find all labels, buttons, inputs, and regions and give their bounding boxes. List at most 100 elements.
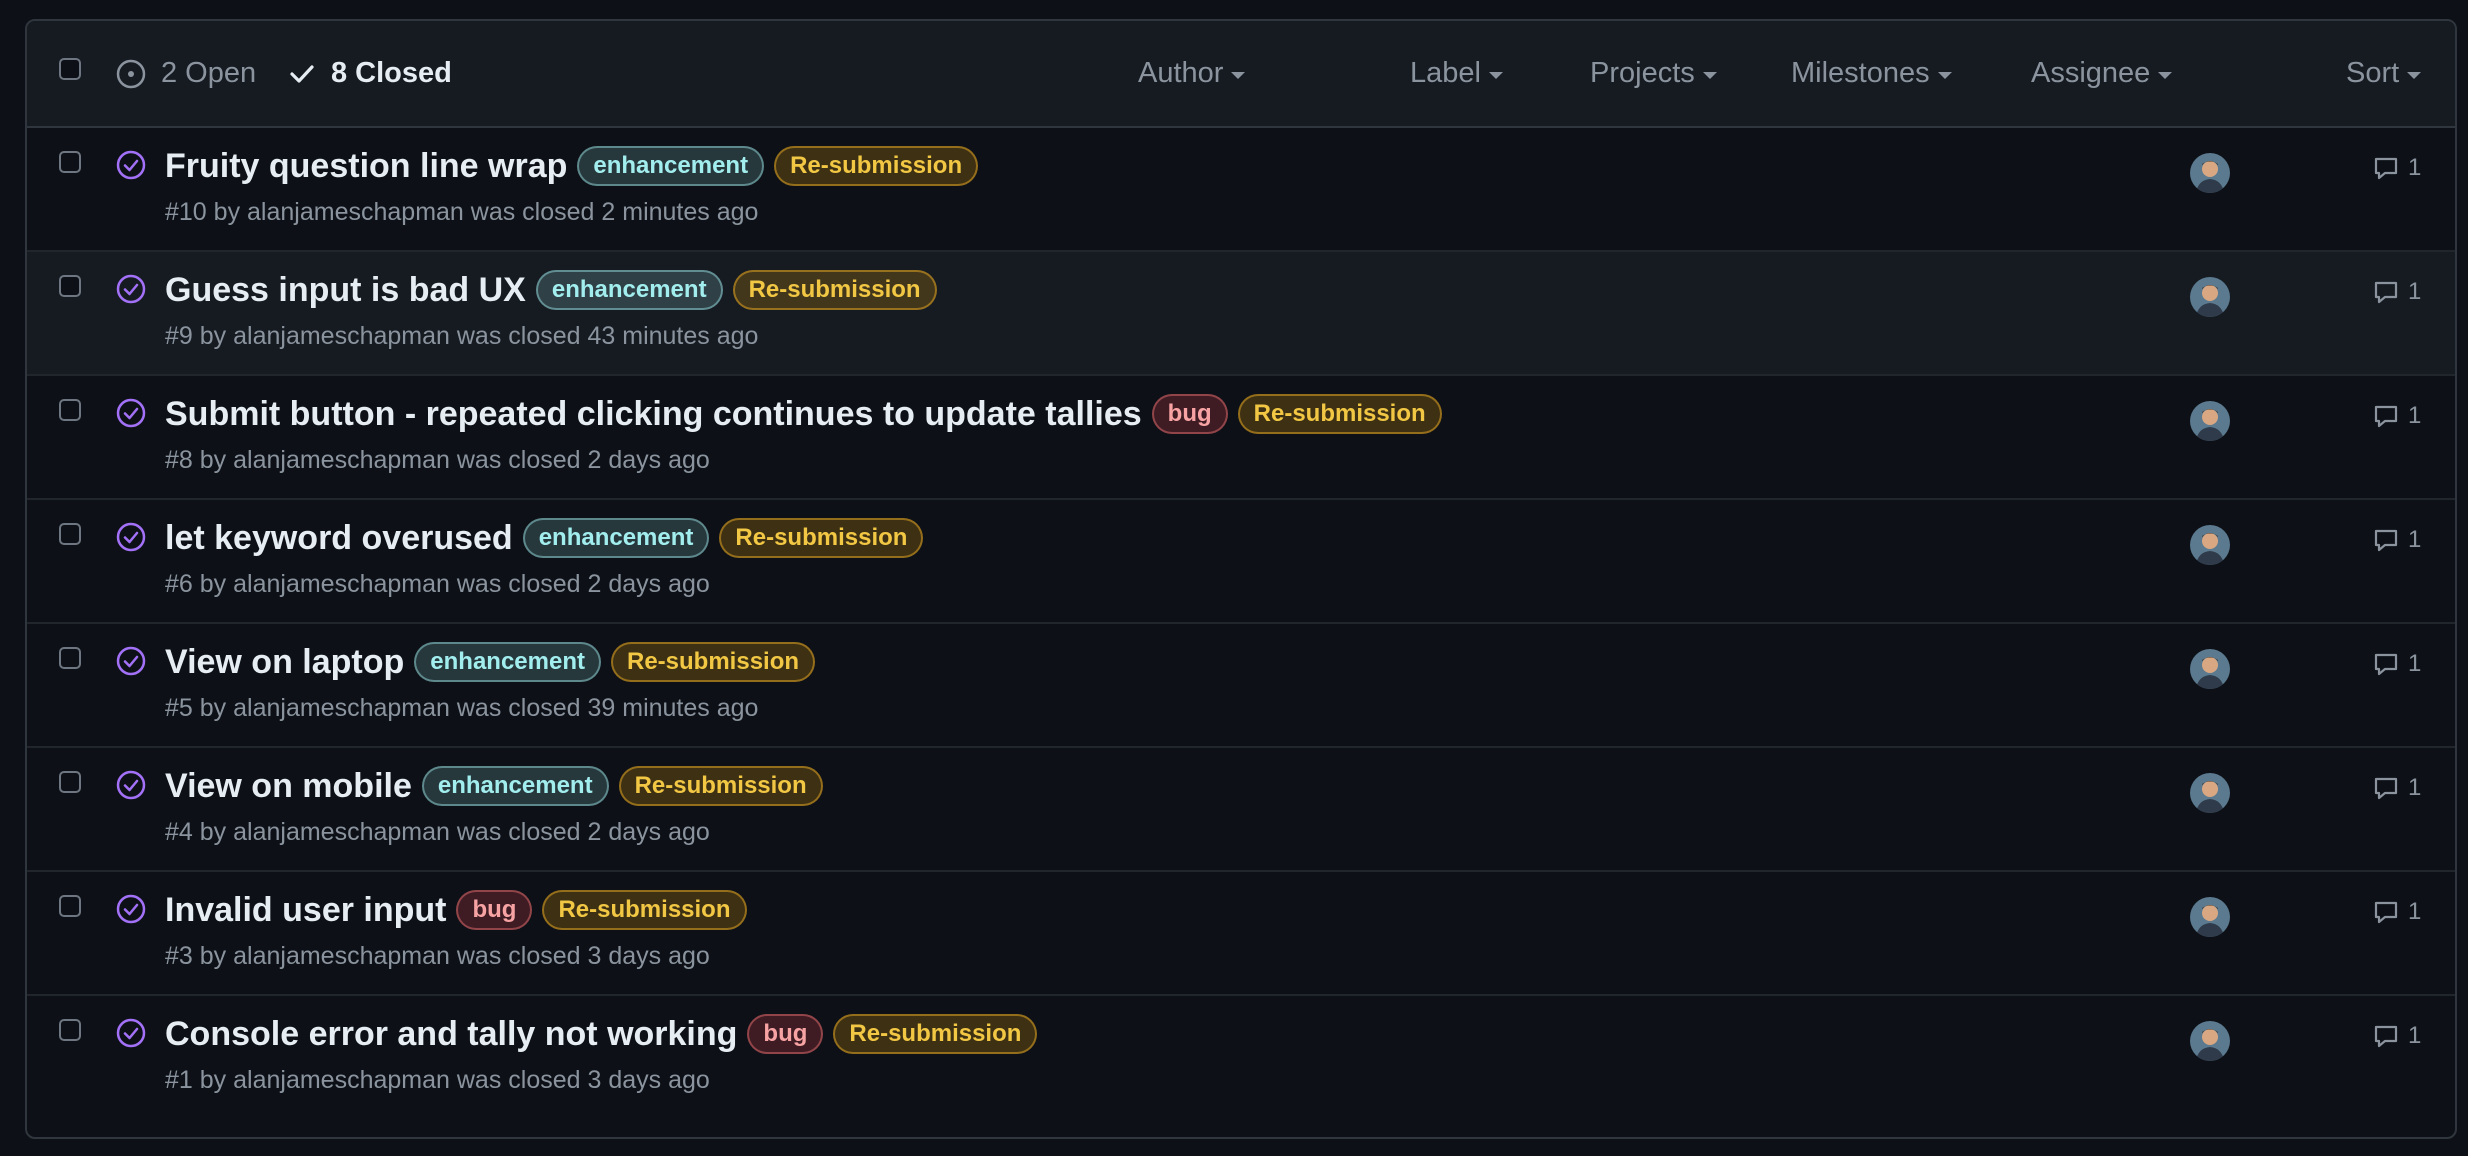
sort-filter-label: Sort bbox=[2346, 57, 2400, 89]
avatar-image bbox=[2190, 649, 2230, 689]
issue-row[interactable]: Submit button - repeated clicking contin… bbox=[27, 376, 2455, 500]
label-re-submission[interactable]: Re-submission bbox=[833, 1014, 1038, 1054]
issue-author-link[interactable]: alanjameschapman bbox=[233, 446, 450, 474]
label-re-submission[interactable]: Re-submission bbox=[1237, 394, 1442, 434]
issue-row[interactable]: View on mobile enhancement Re-submission… bbox=[27, 748, 2455, 872]
label-re-submission[interactable]: Re-submission bbox=[618, 766, 823, 806]
issue-meta: #6 by alanjameschapman was closed 2 days… bbox=[165, 570, 710, 599]
issue-title[interactable]: Submit button - repeated clicking contin… bbox=[165, 395, 1142, 434]
avatar-image bbox=[2190, 773, 2230, 813]
label-enhancement[interactable]: enhancement bbox=[522, 518, 710, 558]
select-all-checkbox[interactable] bbox=[59, 58, 81, 80]
avatar-image bbox=[2190, 897, 2230, 937]
issue-author-link[interactable]: alanjameschapman bbox=[233, 570, 450, 598]
issue-checkbox[interactable] bbox=[59, 771, 81, 793]
issue-row[interactable]: Invalid user input bug Re-submission #3 … bbox=[27, 872, 2455, 996]
issue-title[interactable]: Invalid user input bbox=[165, 891, 446, 930]
issue-row[interactable]: let keyword overused enhancement Re-subm… bbox=[27, 500, 2455, 624]
assignee-avatar[interactable] bbox=[2190, 773, 2230, 813]
issue-author-link[interactable]: alanjameschapman bbox=[233, 942, 450, 970]
assignee-avatar[interactable] bbox=[2190, 1021, 2230, 1061]
issue-title[interactable]: let keyword overused bbox=[165, 519, 513, 558]
issue-checkbox[interactable] bbox=[59, 895, 81, 917]
issue-title[interactable]: Fruity question line wrap bbox=[165, 147, 567, 186]
sort-filter[interactable]: Sort bbox=[2346, 21, 2422, 126]
issue-closed-icon bbox=[116, 398, 146, 428]
author-filter[interactable]: Author bbox=[1138, 21, 1246, 126]
issue-title[interactable]: Console error and tally not working bbox=[165, 1015, 737, 1054]
label-re-submission[interactable]: Re-submission bbox=[774, 146, 979, 186]
projects-filter-label: Projects bbox=[1590, 57, 1695, 89]
issue-title[interactable]: Guess input is bad UX bbox=[165, 271, 526, 310]
issue-row[interactable]: Console error and tally not working bug … bbox=[27, 996, 2455, 1120]
assignee-avatar[interactable] bbox=[2190, 153, 2230, 193]
tab-closed-issues[interactable]: 8 Closed bbox=[287, 21, 452, 126]
avatar-image bbox=[2190, 1021, 2230, 1061]
label-enhancement[interactable]: enhancement bbox=[577, 146, 765, 186]
issue-author-link[interactable]: alanjameschapman bbox=[233, 1066, 450, 1094]
label-enhancement[interactable]: enhancement bbox=[421, 766, 609, 806]
label-bug[interactable]: bug bbox=[456, 890, 533, 930]
label-enhancement[interactable]: enhancement bbox=[414, 642, 601, 682]
assignee-avatar[interactable] bbox=[2190, 401, 2230, 441]
tab-open-issues[interactable]: 2 Open bbox=[115, 21, 256, 126]
comment-count: 1 bbox=[2408, 526, 2422, 553]
label-re-submission[interactable]: Re-submission bbox=[719, 518, 924, 558]
issue-closed-time: was closed 3 days ago bbox=[456, 942, 710, 970]
issue-row[interactable]: Guess input is bad UX enhancement Re-sub… bbox=[27, 252, 2455, 376]
issue-by: by bbox=[199, 818, 227, 846]
comment-icon bbox=[2374, 901, 2398, 924]
issue-checkbox[interactable] bbox=[59, 275, 81, 297]
comments-link[interactable]: 1 bbox=[2372, 154, 2421, 182]
issue-checkbox[interactable] bbox=[59, 523, 81, 545]
comment-icon bbox=[2374, 653, 2398, 676]
issue-row[interactable]: View on laptop enhancement Re-submission… bbox=[27, 624, 2455, 748]
issue-author-link[interactable]: alanjameschapman bbox=[233, 322, 450, 350]
issue-checkbox[interactable] bbox=[59, 647, 81, 669]
assignee-avatar[interactable] bbox=[2190, 897, 2230, 937]
label-re-submission[interactable]: Re-submission bbox=[611, 642, 816, 682]
comments-link[interactable]: 1 bbox=[2372, 898, 2421, 926]
label-re-submission[interactable]: Re-submission bbox=[732, 270, 937, 310]
issue-checkbox[interactable] bbox=[59, 399, 81, 421]
issue-meta: #4 by alanjameschapman was closed 2 days… bbox=[165, 818, 710, 847]
issue-number: #9 bbox=[165, 322, 193, 350]
label-filter[interactable]: Label bbox=[1410, 21, 1503, 126]
issue-by: by bbox=[199, 1066, 227, 1094]
comments-link[interactable]: 1 bbox=[2372, 526, 2421, 554]
chevron-down-icon bbox=[1231, 72, 1246, 79]
issue-closed-icon bbox=[116, 770, 146, 800]
comments-link[interactable]: 1 bbox=[2372, 402, 2421, 430]
issue-by: by bbox=[199, 322, 227, 350]
comment-count: 1 bbox=[2408, 154, 2422, 181]
label-enhancement[interactable]: enhancement bbox=[535, 270, 723, 310]
issue-author-link[interactable]: alanjameschapman bbox=[233, 818, 450, 846]
issue-by: by bbox=[213, 198, 241, 226]
issue-closed-icon bbox=[116, 646, 146, 676]
milestones-filter[interactable]: Milestones bbox=[1791, 21, 1952, 126]
comments-link[interactable]: 1 bbox=[2372, 278, 2421, 306]
assignee-filter[interactable]: Assignee bbox=[2031, 21, 2173, 126]
avatar-image bbox=[2190, 401, 2230, 441]
comments-link[interactable]: 1 bbox=[2372, 1022, 2421, 1050]
issue-row[interactable]: Fruity question line wrap enhancement Re… bbox=[27, 128, 2455, 252]
issue-author-link[interactable]: alanjameschapman bbox=[247, 198, 464, 226]
assignee-avatar[interactable] bbox=[2190, 277, 2230, 317]
assignee-avatar[interactable] bbox=[2190, 649, 2230, 689]
avatar-image bbox=[2190, 277, 2230, 317]
issue-title[interactable]: View on mobile bbox=[165, 767, 412, 806]
comments-link[interactable]: 1 bbox=[2372, 774, 2421, 802]
issue-checkbox[interactable] bbox=[59, 151, 81, 173]
projects-filter[interactable]: Projects bbox=[1590, 21, 1717, 126]
issue-checkbox[interactable] bbox=[59, 1019, 81, 1041]
comment-count: 1 bbox=[2408, 774, 2422, 801]
assignee-avatar[interactable] bbox=[2190, 525, 2230, 565]
issue-closed-time: was closed 2 days ago bbox=[456, 446, 710, 474]
comments-link[interactable]: 1 bbox=[2372, 650, 2421, 678]
label-bug[interactable]: bug bbox=[1151, 394, 1228, 434]
label-re-submission[interactable]: Re-submission bbox=[542, 890, 747, 930]
issue-closed-time: was closed 43 minutes ago bbox=[456, 322, 759, 350]
issue-title[interactable]: View on laptop bbox=[165, 643, 404, 682]
issue-author-link[interactable]: alanjameschapman bbox=[233, 694, 450, 722]
label-bug[interactable]: bug bbox=[747, 1014, 824, 1054]
